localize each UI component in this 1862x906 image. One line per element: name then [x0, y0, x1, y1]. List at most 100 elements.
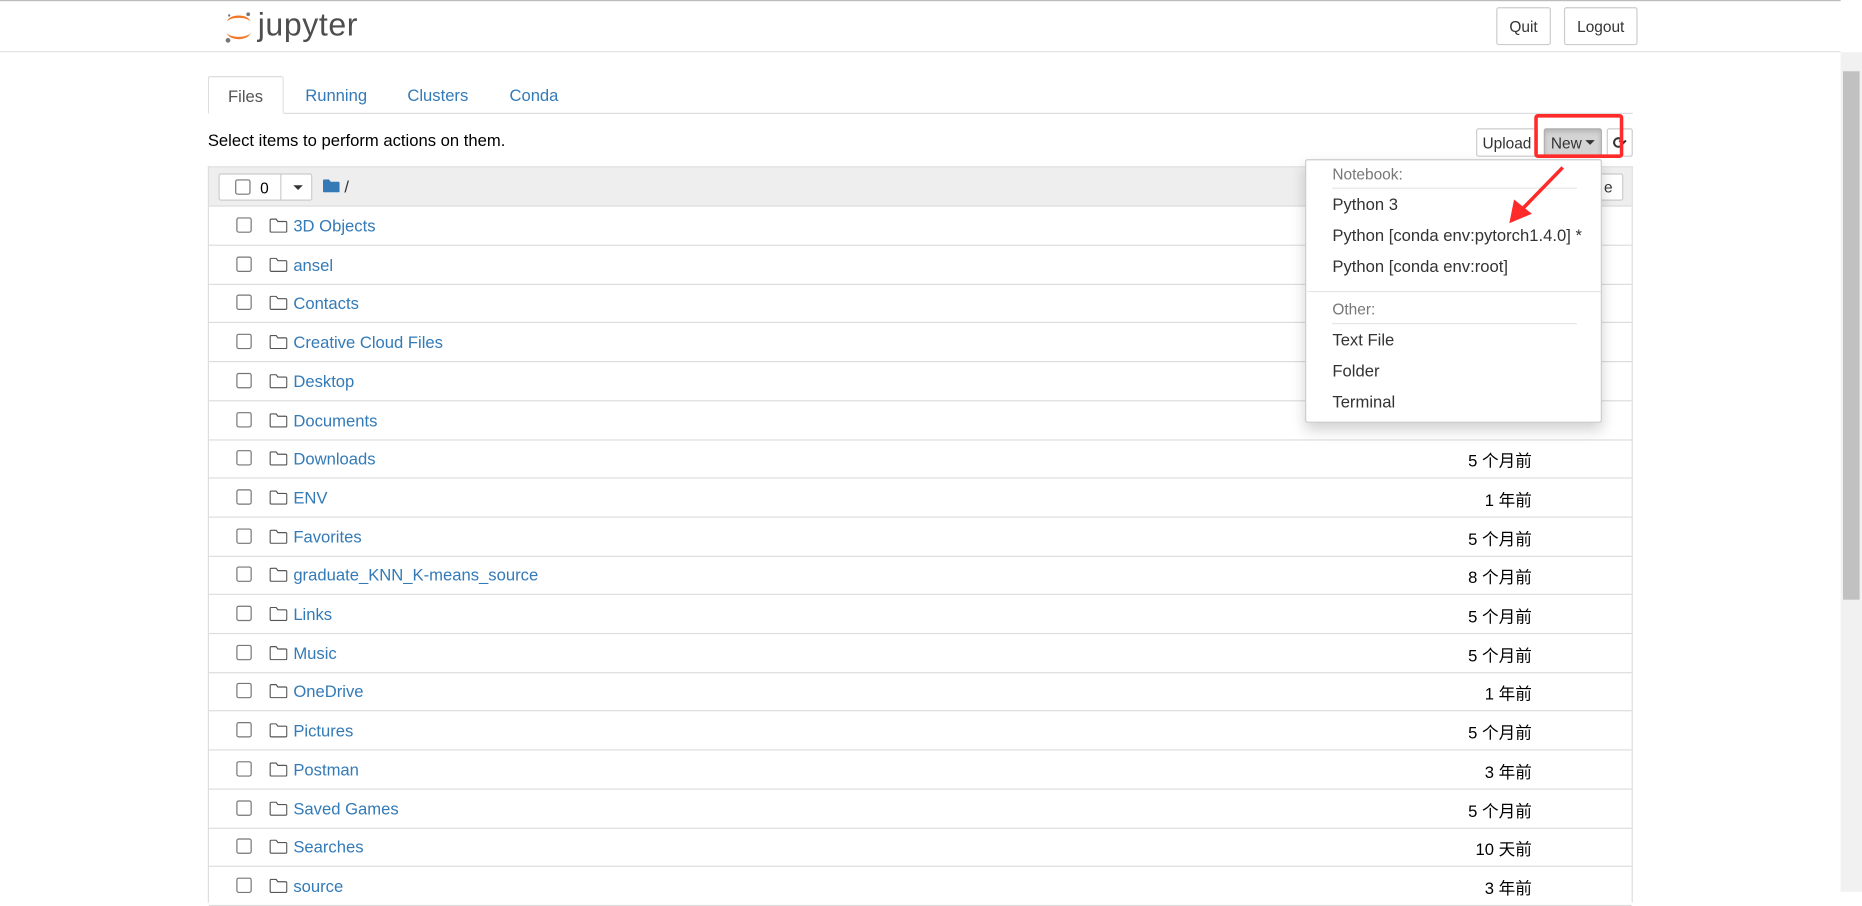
- row-checkbox[interactable]: [236, 722, 252, 738]
- caret-down-icon: [292, 184, 303, 190]
- folder-icon: [269, 412, 288, 427]
- modified-date: 3 年前: [1484, 878, 1532, 898]
- file-row[interactable]: graduate_KNN_K-means_source 8 个月前: [209, 556, 1632, 596]
- modified-date: 5 个月前: [1468, 800, 1532, 820]
- row-checkbox[interactable]: [236, 799, 252, 816]
- folder-icon: [269, 762, 288, 777]
- file-name-link[interactable]: 3D Objects: [293, 216, 375, 235]
- file-row[interactable]: ENV 1 年前: [209, 478, 1632, 518]
- row-checkbox[interactable]: [236, 256, 252, 272]
- file-name-link[interactable]: Contacts: [293, 294, 359, 313]
- header: jupyter Quit Logout: [0, 0, 1841, 53]
- modified-date: 5 个月前: [1468, 645, 1532, 665]
- folder-icon: [269, 529, 288, 544]
- folder-icon: [269, 645, 288, 660]
- modified-date: 3 年前: [1484, 762, 1532, 782]
- file-name-link[interactable]: Desktop: [293, 371, 354, 390]
- row-checkbox[interactable]: [236, 760, 252, 777]
- folder-solid-icon: [323, 179, 340, 193]
- menu-item-conda-root[interactable]: Python [conda env:root]: [1332, 257, 1508, 276]
- file-name-link[interactable]: Links: [293, 604, 332, 623]
- file-name-link[interactable]: Pictures: [293, 721, 353, 740]
- selection-hint: Select items to perform actions on them.: [207, 130, 506, 150]
- file-name-link[interactable]: Saved Games: [293, 799, 398, 818]
- file-row[interactable]: Searches 10 天前: [209, 828, 1632, 868]
- menu-item-terminal[interactable]: Terminal: [1332, 392, 1395, 411]
- file-name-link[interactable]: graduate_KNN_K-means_source: [293, 566, 538, 585]
- file-row[interactable]: source 3 年前: [209, 867, 1632, 906]
- quit-button[interactable]: Quit: [1496, 7, 1551, 46]
- file-row[interactable]: Favorites 5 个月前: [209, 517, 1632, 557]
- row-checkbox[interactable]: [236, 838, 252, 855]
- row-checkbox[interactable]: [236, 489, 252, 505]
- row-checkbox[interactable]: [236, 333, 252, 350]
- logout-button[interactable]: Logout: [1563, 7, 1638, 46]
- menu-item-text-file[interactable]: Text File: [1332, 330, 1394, 349]
- file-name-link[interactable]: Postman: [293, 760, 359, 779]
- file-row[interactable]: Links 5 个月前: [209, 595, 1632, 635]
- file-row[interactable]: Downloads 5 个月前: [209, 440, 1632, 479]
- file-row[interactable]: OneDrive 1 年前: [209, 673, 1632, 712]
- divider: [1307, 290, 1601, 293]
- folder-icon: [269, 839, 288, 855]
- select-all-checkbox[interactable]: [235, 179, 251, 195]
- scrollbar-thumb[interactable]: [1843, 71, 1860, 600]
- file-row[interactable]: Music 5 个月前: [209, 634, 1632, 673]
- folder-icon: [269, 451, 288, 466]
- tab-conda[interactable]: Conda: [490, 76, 577, 114]
- folder-icon: [269, 567, 288, 583]
- tab-clusters[interactable]: Clusters: [388, 76, 487, 114]
- modified-date: 5 个月前: [1468, 451, 1532, 471]
- row-checkbox[interactable]: [236, 450, 252, 466]
- row-checkbox[interactable]: [236, 372, 252, 389]
- file-name-link[interactable]: Documents: [293, 410, 377, 429]
- divider: [1332, 323, 1577, 325]
- row-checkbox[interactable]: [236, 527, 252, 544]
- file-name-link[interactable]: ENV: [293, 488, 327, 507]
- modified-date: 1 年前: [1484, 684, 1532, 704]
- folder-icon: [269, 878, 288, 893]
- file-row[interactable]: Saved Games 5 个月前: [209, 789, 1632, 829]
- row-checkbox[interactable]: [236, 294, 252, 311]
- folder-icon: [269, 800, 288, 816]
- file-name-link[interactable]: Searches: [293, 837, 363, 856]
- file-name-link[interactable]: source: [293, 876, 343, 895]
- folder-icon: [269, 334, 288, 350]
- folder-icon: [269, 373, 288, 389]
- file-name-link[interactable]: ansel: [293, 255, 333, 274]
- row-checkbox[interactable]: [236, 217, 252, 233]
- menu-item-python3[interactable]: Python 3: [1332, 195, 1398, 214]
- folder-icon: [269, 296, 288, 311]
- tab-files[interactable]: Files: [207, 76, 284, 114]
- file-name-link[interactable]: Music: [293, 643, 336, 662]
- other-header: Other:: [1332, 300, 1376, 319]
- row-checkbox[interactable]: [236, 566, 252, 583]
- row-checkbox[interactable]: [236, 683, 252, 699]
- selection-menu-caret[interactable]: [283, 175, 313, 200]
- file-name-link[interactable]: Downloads: [293, 449, 375, 468]
- file-name-link[interactable]: OneDrive: [293, 682, 363, 701]
- modified-date: 5 个月前: [1468, 606, 1532, 626]
- modified-date: 5 个月前: [1468, 723, 1532, 743]
- modified-date: 10 天前: [1475, 839, 1532, 859]
- folder-icon: [269, 490, 288, 505]
- jupyter-logo[interactable]: jupyter: [223, 7, 360, 46]
- folder-icon: [269, 723, 288, 738]
- file-name-link[interactable]: Creative Cloud Files: [293, 333, 443, 352]
- upload-button[interactable]: Upload: [1476, 128, 1538, 157]
- file-name-link[interactable]: Favorites: [293, 527, 361, 546]
- annotation-arrow-icon: [1509, 166, 1565, 224]
- tab-running[interactable]: Running: [286, 76, 386, 114]
- row-checkbox[interactable]: [236, 644, 252, 660]
- row-checkbox[interactable]: [236, 877, 252, 893]
- divider: [280, 173, 282, 201]
- row-checkbox[interactable]: [236, 605, 252, 622]
- file-row[interactable]: Postman 3 年前: [209, 750, 1632, 790]
- folder-icon: [269, 218, 288, 233]
- row-checkbox[interactable]: [236, 411, 252, 427]
- highlight-box: [1534, 114, 1624, 158]
- file-row[interactable]: Pictures 5 个月前: [209, 711, 1632, 751]
- folder-icon: [269, 257, 288, 272]
- breadcrumb-root[interactable]: /: [344, 177, 349, 196]
- menu-item-folder[interactable]: Folder: [1332, 361, 1379, 380]
